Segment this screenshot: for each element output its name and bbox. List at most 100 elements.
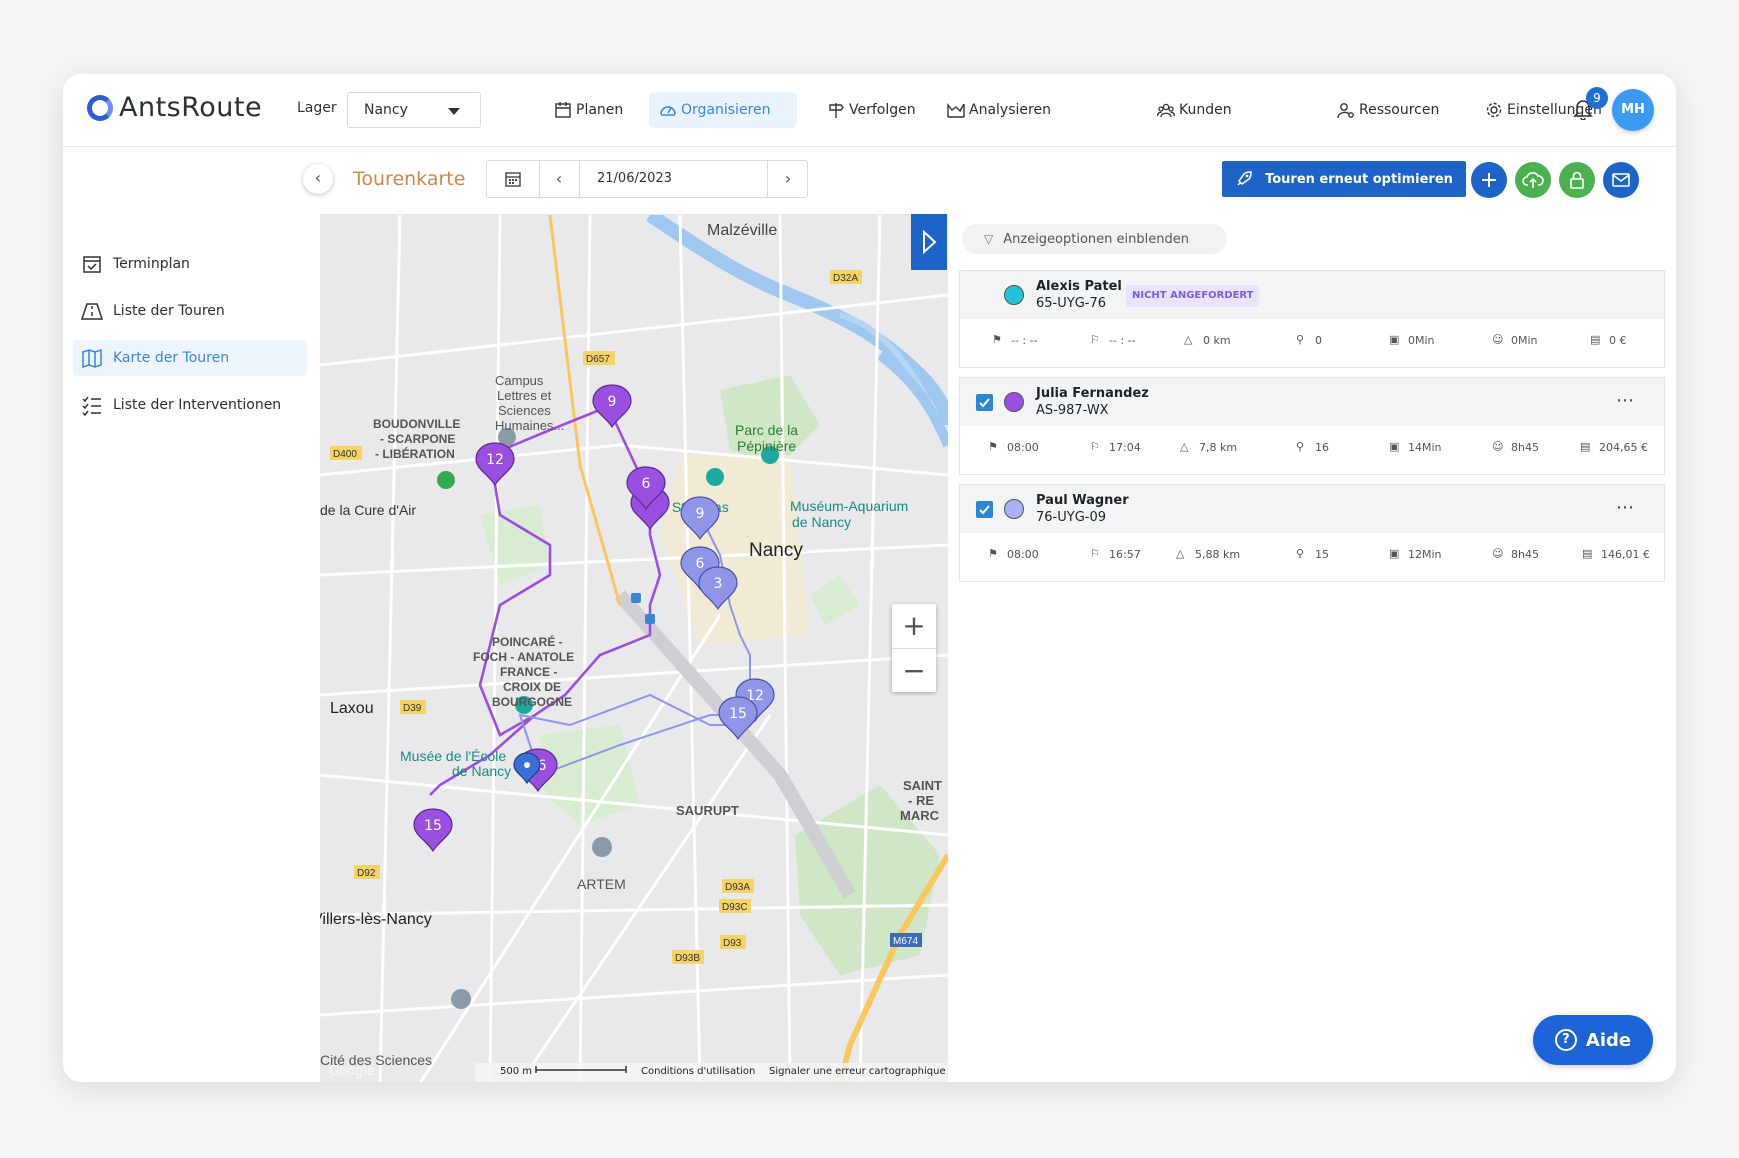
tour-stops: ⚲ 15 [1296, 547, 1329, 561]
caret-down-icon [448, 108, 460, 115]
warehouse-select[interactable]: Nancy [347, 92, 481, 128]
map-report-link[interactable]: Signaler une erreur cartographique [769, 1066, 946, 1077]
tour-checkbox[interactable] [976, 394, 993, 411]
tour-start-time: ⚑ 08:00 [988, 440, 1039, 454]
tour-card[interactable]: Alexis Patel 65-UYG-76 NICHT ANGEFORDERT… [959, 270, 1665, 368]
next-day-button[interactable]: › [767, 161, 808, 197]
optimize-tours-button[interactable]: Touren erneut optimieren [1222, 161, 1466, 197]
prev-day-button[interactable]: ‹ [539, 161, 580, 197]
nav-label: Planen [576, 102, 624, 118]
tour-stops: ⚲ 0 [1296, 333, 1322, 347]
tour-work-time: ☺ 8h45 [1492, 440, 1539, 454]
map-terms-link[interactable]: Conditions d'utilisation [641, 1066, 755, 1077]
logo-mark-icon [87, 94, 113, 121]
tour-header: Alexis Patel 65-UYG-76 NICHT ANGEFORDERT [960, 271, 1664, 319]
chevron-left-icon: ‹ [555, 169, 563, 188]
tour-end-time: ⚐ -- : -- [1090, 333, 1136, 347]
road-label: D93 [723, 938, 742, 949]
tour-color-dot [1004, 499, 1024, 519]
sidebar-item-liste-der-interventionen[interactable]: Liste der Interventionen [73, 387, 307, 423]
upload-button[interactable] [1515, 162, 1551, 198]
checkered-flag-icon: ⚐ [1090, 440, 1100, 453]
map-zoom-control: + − [892, 604, 936, 692]
nav-label: Kunden [1179, 102, 1232, 118]
display-options-toggle[interactable]: ▽ Anzeigeoptionen einblenden [962, 224, 1227, 254]
user-icon: ☺ [1492, 547, 1504, 560]
tour-start-time: ⚑ -- : -- [992, 333, 1038, 347]
calendar-button[interactable] [487, 161, 540, 197]
map-label: Parc de la [735, 422, 798, 438]
car-icon: ▣ [1389, 333, 1400, 346]
tour-card[interactable]: Paul Wagner 76-UYG-09 ⋯ ⚑ 08:00 ⚐ 16:57 △ 5… [959, 484, 1665, 582]
more-options-icon[interactable]: ⋯ [1616, 390, 1636, 411]
map-label: - SCARPONE [380, 432, 455, 446]
status-badge: NICHT ANGEFORDERT [1126, 285, 1260, 307]
tour-distance: △ 0 km [1184, 333, 1231, 347]
svg-text:15: 15 [424, 818, 442, 834]
svg-text:15: 15 [729, 706, 747, 722]
zoom-in-button[interactable]: + [892, 604, 936, 649]
map-label: de Nancy [452, 763, 511, 779]
users-icon [1157, 103, 1175, 118]
add-button[interactable] [1471, 162, 1507, 198]
nav-organisieren[interactable]: Organisieren [649, 92, 797, 128]
svg-text:9: 9 [608, 394, 617, 410]
nav-label: Analysieren [969, 102, 1051, 118]
tour-plate: 65-UYG-76 [1036, 296, 1106, 311]
lock-button[interactable] [1559, 162, 1595, 198]
map-label: SAINT [903, 778, 942, 793]
map-label: Humaines... [495, 418, 564, 433]
avatar[interactable]: MH [1612, 89, 1654, 131]
sidebar-item-liste-der-touren[interactable]: Liste der Touren [73, 293, 307, 329]
checkered-flag-icon: ⚐ [1090, 547, 1100, 560]
flag-icon: ⚑ [988, 547, 998, 560]
road-icon [81, 303, 103, 320]
money-icon: ▤ [1582, 547, 1593, 560]
chevron-right-icon: › [784, 169, 792, 188]
warehouse-label: Lager [297, 100, 337, 116]
road-icon: △ [1176, 547, 1185, 560]
map-label: Nancy [749, 540, 803, 561]
filter-icon: ▽ [984, 232, 994, 246]
nav-verfolgen[interactable]: Verfolgen [817, 92, 926, 128]
rocket-icon [1237, 171, 1252, 186]
nav-label: Ressourcen [1359, 102, 1440, 118]
date-value: 21/06/2023 [597, 171, 672, 186]
more-options-icon[interactable]: ⋯ [1616, 497, 1636, 518]
map-scale-text: 500 m [500, 1066, 533, 1077]
collapse-sidebar-button[interactable]: ‹ [303, 164, 333, 194]
map-canvas[interactable]: Malzéville Campus Lettres et Sciences Hu… [320, 215, 948, 1082]
user-icon: ☺ [1492, 440, 1504, 453]
tour-drive-time: ▣ 12Min [1389, 547, 1442, 561]
road-label: M674 [893, 936, 918, 947]
map-label: - LIBÉRATION [375, 446, 455, 461]
sidebar-item-karte-der-touren[interactable]: Karte der Touren [73, 340, 307, 376]
sidebar-item-terminplan[interactable]: Terminplan [73, 246, 307, 282]
logo[interactable]: AntsRoute [87, 92, 262, 123]
tour-card[interactable]: Julia Fernandez AS-987-WX ⋯ ⚑ 08:00 ⚐ 17:0… [959, 377, 1665, 475]
dashboard-icon [660, 106, 676, 116]
road-label: D93C [722, 902, 748, 913]
mail-button[interactable] [1603, 162, 1639, 198]
tour-cost: ▤ 204,65 € [1580, 440, 1648, 454]
nav-planen[interactable]: Planen [544, 92, 633, 128]
tour-checkbox[interactable] [976, 501, 993, 518]
help-button[interactable]: ? Aide [1533, 1015, 1653, 1065]
map-label: de la Cure d'Air [320, 502, 416, 518]
tour-color-dot [1004, 285, 1024, 305]
checklist-icon [82, 396, 101, 416]
tour-driver: Julia Fernandez [1036, 386, 1149, 401]
tour-stops: ⚲ 16 [1296, 440, 1329, 454]
tour-map[interactable]: Malzéville Campus Lettres et Sciences Hu… [320, 214, 948, 1082]
map-label: SAURUPT [676, 803, 739, 818]
nav-analysieren[interactable]: Analysieren [937, 92, 1061, 128]
map-expand-toggle[interactable] [911, 214, 947, 270]
nav-ressourcen[interactable]: Ressourcen [1327, 92, 1449, 128]
car-icon: ▣ [1389, 440, 1400, 453]
tour-distance: △ 5,88 km [1176, 547, 1241, 561]
date-picker[interactable]: ‹ 21/06/2023 › [486, 160, 808, 198]
money-icon: ▤ [1580, 440, 1591, 453]
tour-color-dot [1004, 392, 1024, 412]
zoom-out-button[interactable]: − [892, 649, 936, 693]
nav-kunden[interactable]: Kunden [1147, 92, 1242, 128]
